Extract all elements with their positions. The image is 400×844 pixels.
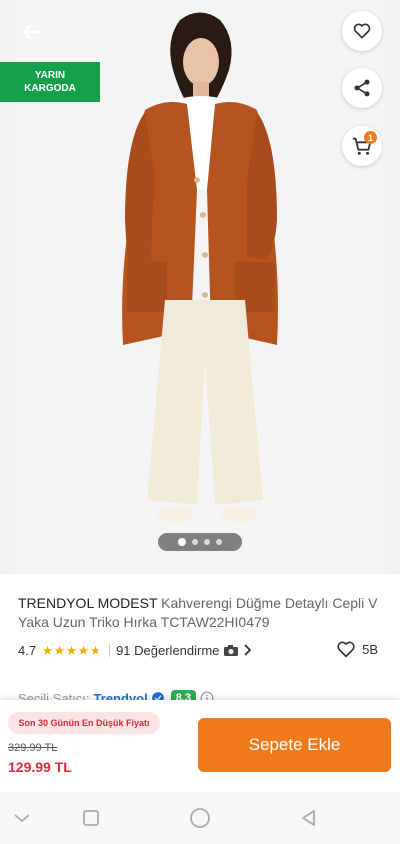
camera-icon [224, 644, 239, 656]
product-title: TRENDYOL MODEST Kahverengi Düğme Detaylı… [18, 594, 378, 632]
shipping-badge-line1: YARIN [34, 70, 66, 81]
star-icon [78, 645, 89, 655]
lowest-price-badge: Son 30 Günün En Düşük Fiyatı [8, 712, 160, 734]
favorite-button[interactable] [342, 11, 382, 51]
add-to-cart-button[interactable]: Sepete Ekle [198, 718, 391, 772]
gallery-dot[interactable] [178, 538, 186, 546]
divider [109, 643, 111, 657]
nav-home-button[interactable] [188, 806, 212, 830]
share-icon [354, 79, 370, 97]
rating-row: 4.7 91 Değerlendirme 5B [18, 640, 382, 660]
triangle-back-icon [302, 810, 315, 826]
favorite-count-label: 5B [362, 641, 378, 657]
cart-count-badge: 1 [364, 131, 377, 144]
purchase-bar: Son 30 Günün En Düşük Fiyatı 329.99 TL 1… [0, 700, 400, 792]
cart-button[interactable]: 1 [342, 126, 382, 166]
rating-value: 4.7 [18, 642, 37, 658]
star-half-icon [90, 645, 101, 655]
share-button[interactable] [342, 68, 382, 108]
rating-stars [42, 645, 101, 656]
circle-icon [190, 808, 210, 828]
shipping-badge: YARIN KARGODA [0, 62, 100, 102]
star-icon [54, 645, 65, 655]
chevron-down-icon [14, 814, 30, 823]
reviews-link[interactable]: 91 Değerlendirme [116, 642, 252, 658]
chevron-right-icon [244, 644, 252, 656]
star-icon [42, 645, 53, 655]
favorite-count[interactable]: 5B [336, 640, 378, 658]
gallery-pagination[interactable] [158, 533, 242, 551]
gallery-dot[interactable] [216, 539, 222, 545]
square-icon [83, 810, 99, 826]
shipping-badge-line2: KARGODA [24, 83, 76, 94]
nav-back-button[interactable] [297, 806, 321, 830]
heart-outline-icon [337, 641, 355, 658]
current-price: 129.99 TL [8, 759, 72, 775]
product-image-gallery[interactable]: 1 YARIN KARGODA [0, 0, 400, 574]
nav-recents-button[interactable] [79, 806, 103, 830]
arrow-left-icon [22, 23, 42, 41]
gallery-dot[interactable] [192, 539, 198, 545]
back-button[interactable] [14, 14, 50, 50]
android-nav-bar [0, 792, 400, 844]
old-price: 329.99 TL [8, 742, 58, 754]
gallery-dot[interactable] [204, 539, 210, 545]
star-icon [66, 645, 77, 655]
review-count: 91 Değerlendirme [116, 642, 220, 658]
heart-icon [353, 23, 371, 39]
nav-collapse-button[interactable] [10, 806, 34, 830]
brand-name[interactable]: TRENDYOL MODEST [18, 595, 157, 611]
